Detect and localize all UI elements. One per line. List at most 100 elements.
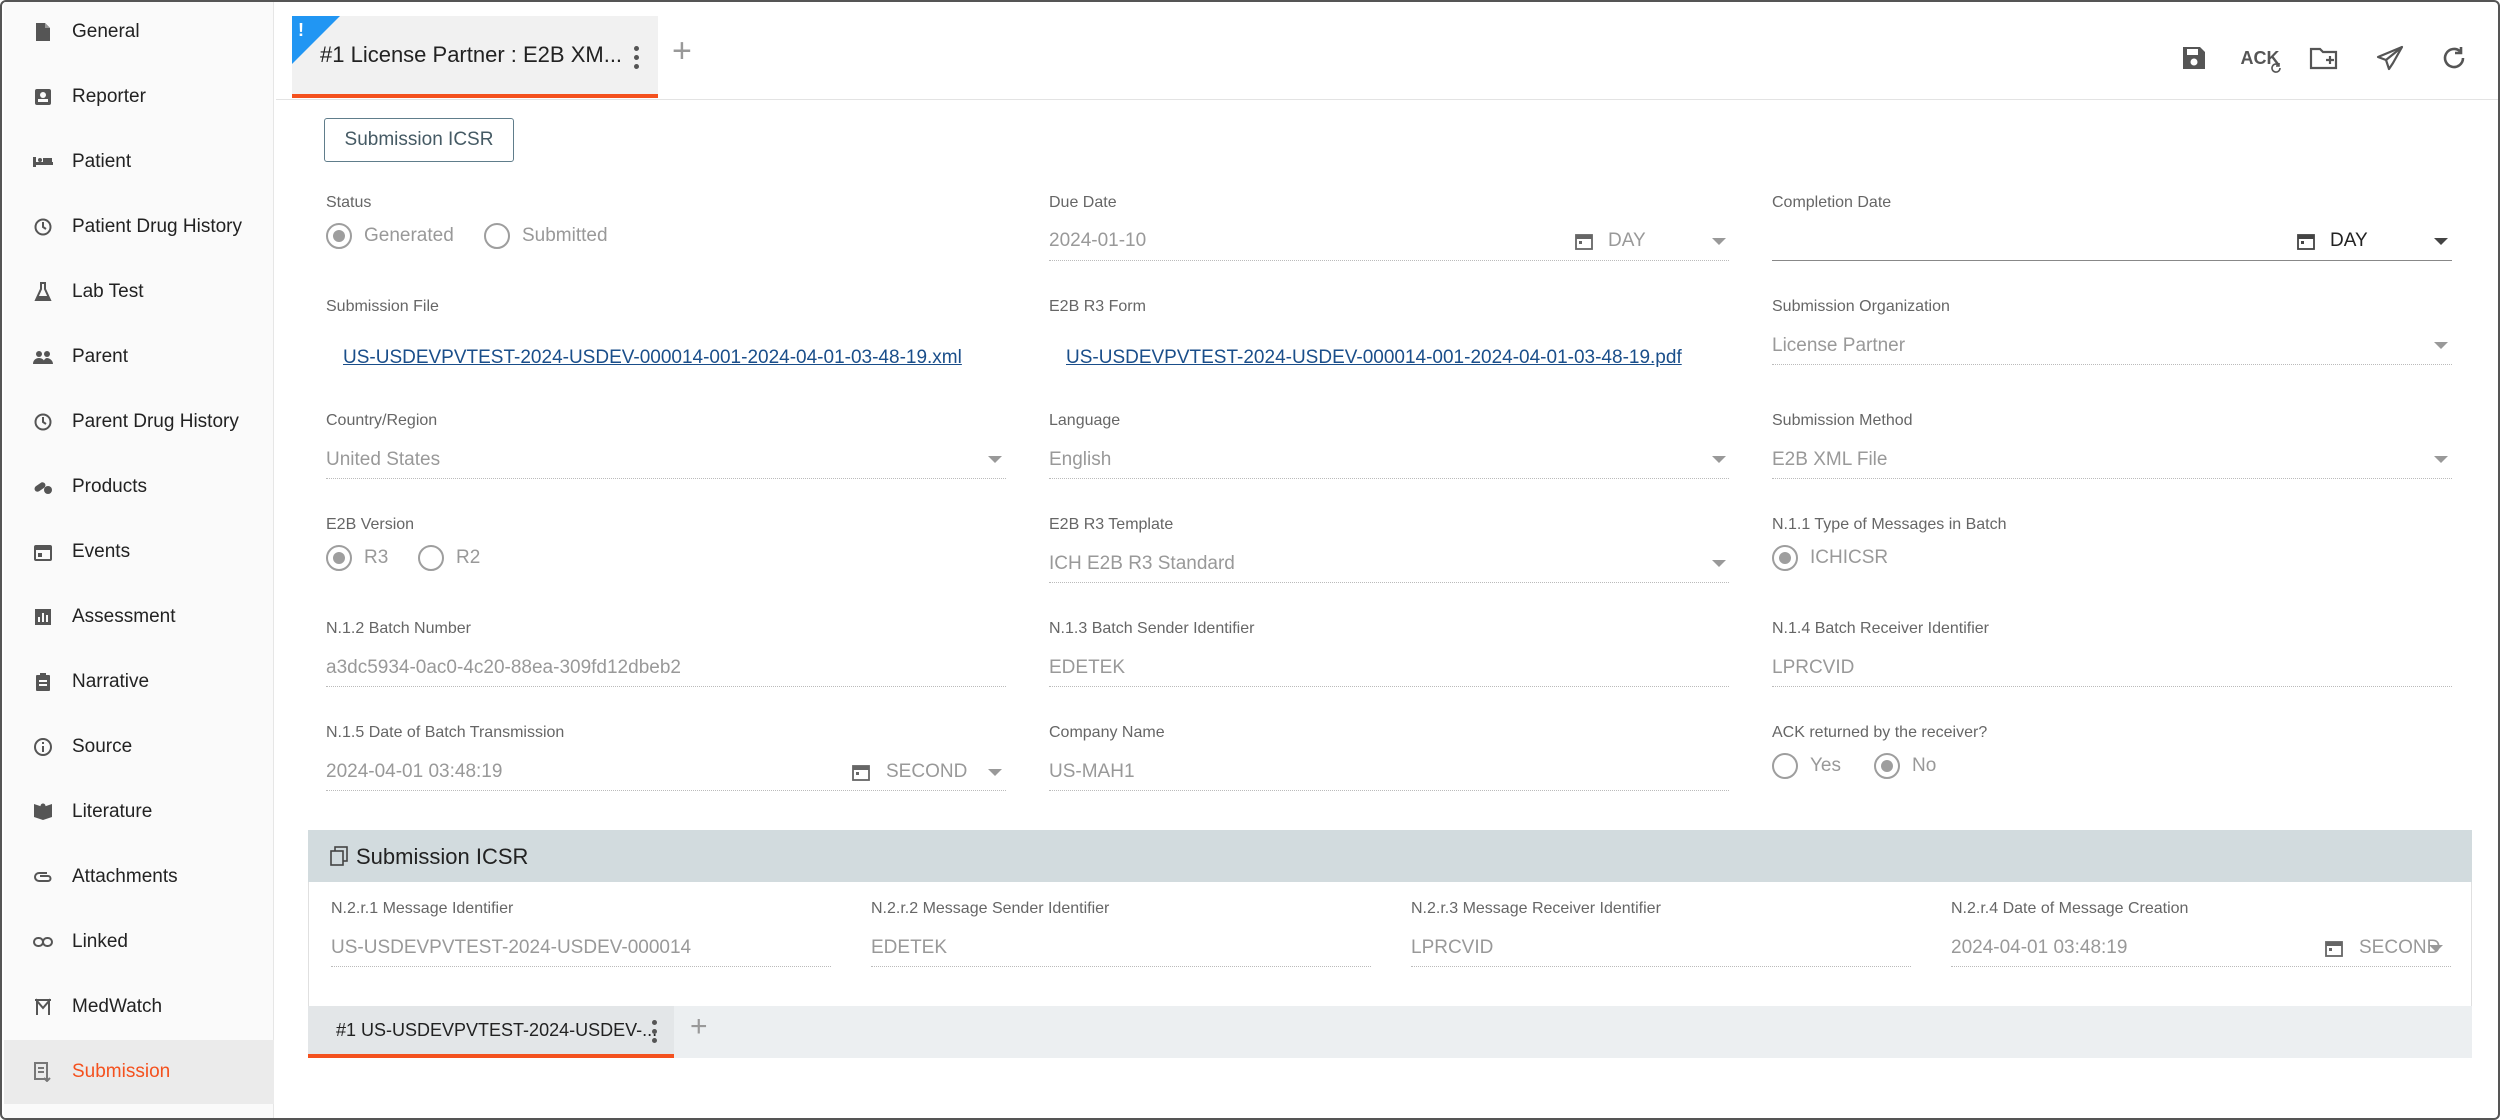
calendar-icon[interactable] <box>1575 232 1593 250</box>
batch-sender-input[interactable]: EDETEK <box>1049 657 1125 679</box>
add-tab-button[interactable]: + <box>672 32 692 71</box>
add-message-tab-button[interactable]: + <box>690 1010 708 1044</box>
batch-receiver-input[interactable]: LPRCVID <box>1772 657 1854 679</box>
sidebar-item-parent-drug-history[interactable]: Parent Drug History <box>4 390 274 454</box>
more-vert-icon[interactable] <box>648 1018 662 1046</box>
sidebar-item-assessment[interactable]: Assessment <box>4 585 274 649</box>
sidebar-item-label: Patient Drug History <box>72 216 243 237</box>
sidebar-item-patient-drug-history[interactable]: Patient Drug History <box>4 195 274 259</box>
ack-yes-radio[interactable] <box>1772 753 1798 779</box>
sidebar-item-parent[interactable]: Parent <box>4 325 274 389</box>
sidebar-item-linked[interactable]: Linked <box>4 910 274 974</box>
sidebar-item-patient[interactable]: Patient <box>4 130 274 194</box>
msg-sender-label: N.2.r.2 Message Sender Identifier <box>871 900 1110 917</box>
refresh-icon[interactable] <box>2436 40 2472 76</box>
sidebar-item-submission[interactable]: Submission <box>4 1040 274 1104</box>
msg-receiver-label: N.2.r.3 Message Receiver Identifier <box>1411 900 1661 917</box>
submission-org-underline <box>1772 364 2452 365</box>
msg-sender-input[interactable]: EDETEK <box>871 937 947 959</box>
sidebar-item-medwatch[interactable]: MedWatch <box>4 975 274 1039</box>
batch-date-input[interactable]: 2024-04-01 03:48:19 <box>326 761 502 783</box>
e2b-template-underline <box>1049 582 1729 583</box>
e2b-version-r3-radio[interactable] <box>326 545 352 571</box>
more-vert-icon[interactable] <box>630 44 644 72</box>
book-icon <box>32 801 54 823</box>
batch-sender-underline <box>1049 686 1729 687</box>
sidebar-item-lab-test[interactable]: Lab Test <box>4 260 274 324</box>
batch-number-input[interactable]: a3dc5934-0ac0-4c20-88ea-309fd12dbeb2 <box>326 657 681 679</box>
sidebar-item-narrative[interactable]: Narrative <box>4 650 274 714</box>
batch-number-label: N.1.2 Batch Number <box>326 620 471 637</box>
due-date-input[interactable]: 2024-01-10 <box>1049 230 1146 252</box>
contact-card-icon <box>32 86 54 108</box>
sidebar-item-label: Attachments <box>72 866 178 887</box>
chevron-down-icon[interactable] <box>2434 342 2448 349</box>
msg-id-input[interactable]: US-USDEVPVTEST-2024-USDEV-000014 <box>331 937 691 959</box>
sidebar-item-literature[interactable]: Literature <box>4 780 274 844</box>
chevron-down-icon[interactable] <box>988 769 1002 776</box>
sidebar-item-source[interactable]: Source <box>4 715 274 779</box>
e2b-template-label: E2B R3 Template <box>1049 516 1174 533</box>
people-icon <box>32 346 54 368</box>
tab-license-partner[interactable]: ! #1 License Partner : E2B XM... <box>292 16 658 98</box>
due-date-label: Due Date <box>1049 194 1117 211</box>
history-icon <box>32 411 54 433</box>
company-label: Company Name <box>1049 724 1165 741</box>
ack-label: ACK returned by the receiver? <box>1772 724 1988 741</box>
calendar-icon[interactable] <box>2325 939 2343 957</box>
chevron-down-icon[interactable] <box>1712 238 1726 245</box>
batch-receiver-underline <box>1772 686 2452 687</box>
company-input[interactable]: US-MAH1 <box>1049 761 1135 783</box>
sidebar-item-label: MedWatch <box>72 996 163 1017</box>
sidebar-item-label: Events <box>72 541 131 562</box>
ack-no-radio[interactable] <box>1874 753 1900 779</box>
message-type-ichicsr-label: ICHICSR <box>1810 547 1889 568</box>
status-submitted-radio[interactable] <box>484 223 510 249</box>
msg-receiver-input[interactable]: LPRCVID <box>1411 937 1493 959</box>
status-generated-radio[interactable] <box>326 223 352 249</box>
country-select[interactable]: United States <box>326 449 440 471</box>
company-underline <box>1049 790 1729 791</box>
completion-date-underline <box>1772 260 2452 261</box>
chevron-down-icon[interactable] <box>2434 238 2448 245</box>
method-select[interactable]: E2B XML File <box>1772 449 1887 471</box>
batch-sender-label: N.1.3 Batch Sender Identifier <box>1049 620 1255 637</box>
sidebar-item-reporter[interactable]: Reporter <box>4 65 274 129</box>
sidebar-item-attachments[interactable]: Attachments <box>4 845 274 909</box>
msg-date-input[interactable]: 2024-04-01 03:48:19 <box>1951 937 2127 959</box>
chevron-down-icon[interactable] <box>2434 456 2448 463</box>
ack-refresh-icon[interactable]: ACK <box>2238 40 2282 76</box>
language-underline <box>1049 478 1729 479</box>
bar-chart-icon <box>32 606 54 628</box>
sidebar-item-label: Patient <box>72 151 132 172</box>
submission-org-label: Submission Organization <box>1772 298 1950 315</box>
method-label: Submission Method <box>1772 412 1913 429</box>
e2b-template-select[interactable]: ICH E2B R3 Standard <box>1049 553 1235 575</box>
sidebar-item-events[interactable]: Events <box>4 520 274 584</box>
calendar-icon[interactable] <box>2297 232 2315 250</box>
chevron-down-icon[interactable] <box>988 456 1002 463</box>
sidebar-item-label: Assessment <box>72 606 176 627</box>
sidebar-item-general[interactable]: General <box>4 2 274 64</box>
message-type-ichicsr-radio[interactable] <box>1772 545 1798 571</box>
sidebar-item-products[interactable]: Products <box>4 455 274 519</box>
submission-icsr-button[interactable]: Submission ICSR <box>324 118 514 162</box>
chevron-down-icon[interactable] <box>1712 560 1726 567</box>
due-date-unit[interactable]: DAY <box>1608 230 1646 252</box>
send-icon[interactable] <box>2372 40 2408 76</box>
chevron-down-icon[interactable] <box>1712 456 1726 463</box>
batch-date-unit[interactable]: SECOND <box>886 761 967 783</box>
e2b-version-r2-radio[interactable] <box>418 545 444 571</box>
country-label: Country/Region <box>326 412 438 429</box>
completion-date-unit[interactable]: DAY <box>2330 230 2368 252</box>
tab-message-1[interactable]: #1 US-USDEVPVTEST-2024-USDEV-... <box>308 1006 674 1058</box>
submission-file-link[interactable]: US-USDEVPVTEST-2024-USDEV-000014-001-202… <box>343 347 962 369</box>
calendar-icon[interactable] <box>852 763 870 781</box>
e2b-form-link[interactable]: US-USDEVPVTEST-2024-USDEV-000014-001-202… <box>1066 347 1682 369</box>
language-select[interactable]: English <box>1049 449 1111 471</box>
save-icon[interactable] <box>2176 40 2212 76</box>
folder-add-icon[interactable] <box>2306 40 2342 76</box>
submission-org-select[interactable]: License Partner <box>1772 335 1905 357</box>
chevron-down-icon[interactable] <box>2429 945 2443 952</box>
status-generated-label: Generated <box>364 225 454 246</box>
